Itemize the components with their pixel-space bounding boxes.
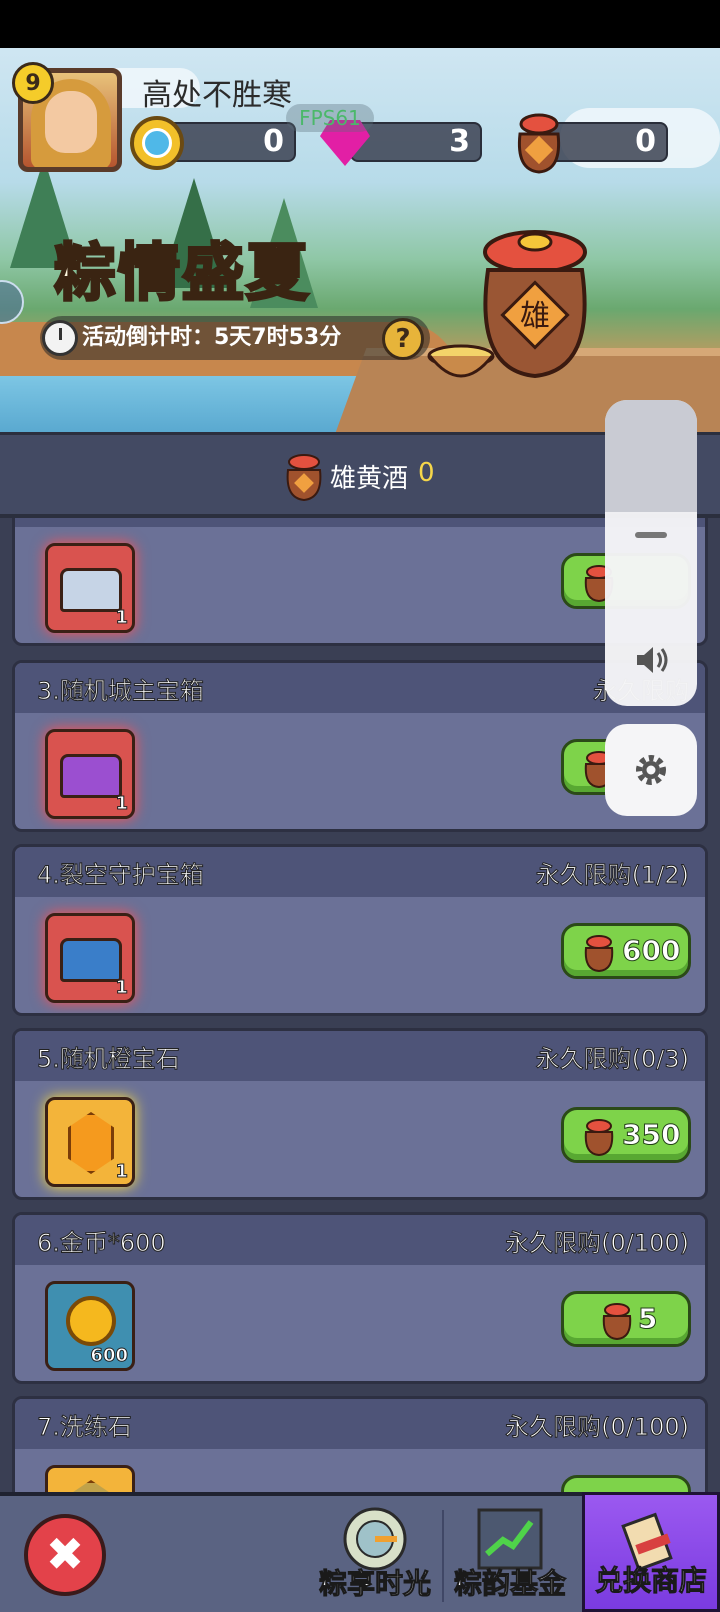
item-slot[interactable]: 1	[45, 1097, 135, 1187]
buy-button[interactable]	[561, 1475, 691, 1492]
chest-icon	[60, 568, 122, 612]
volume-panel[interactable]	[605, 400, 697, 706]
purchase-limit: 永久限购(0/3)	[535, 1045, 689, 1074]
item-title: 7.洗练石	[37, 1413, 133, 1442]
wine-bowl-icon	[427, 344, 495, 378]
volume-slider-handle[interactable]	[635, 532, 667, 538]
event-title: 粽情盛夏	[52, 235, 311, 311]
buy-button[interactable]: 5	[561, 1291, 691, 1347]
shop-item-card: 5.随机橙宝石 永久限购(0/3) 1 350	[12, 1028, 708, 1200]
gold-coin-icon	[66, 1296, 116, 1346]
item-title: 3.随机城主宝箱	[37, 677, 205, 706]
shop-item-card: 3.随机城主宝箱 永久限购 1	[12, 660, 708, 832]
diamond-coin-icon	[130, 116, 184, 170]
level-badge: 9	[12, 62, 54, 104]
price-label: 5	[637, 1302, 658, 1336]
price-label: 350	[621, 1118, 681, 1152]
close-button[interactable]: ✖	[24, 1514, 106, 1596]
card-header	[15, 518, 705, 527]
tab-zongxiang-shiguang[interactable]: 粽享时光	[310, 1492, 440, 1612]
shop-item-card: 4.裂空守护宝箱 永久限购(1/2) 1 600	[12, 844, 708, 1016]
tab-label: 粽享时光	[318, 1567, 431, 1601]
volume-icon[interactable]	[631, 640, 671, 680]
item-slot[interactable]: 1	[45, 913, 135, 1003]
wine-jar-icon	[584, 935, 614, 972]
shop-item-card: 1	[12, 518, 708, 646]
status-bar	[0, 0, 720, 48]
tab-divider	[442, 1510, 444, 1602]
side-bubble-icon[interactable]	[0, 280, 24, 324]
item-slot[interactable]: 1	[45, 543, 135, 633]
purchase-limit: 永久限购(1/2)	[535, 861, 689, 890]
wine-jar-icon	[584, 1119, 614, 1156]
tab-label: 兑换商店	[594, 1564, 707, 1598]
currency-label: 雄黄酒	[330, 464, 409, 494]
wine-jar-icon	[517, 113, 561, 174]
mystery-chest-icon	[60, 938, 122, 982]
tab-zongyun-jijin[interactable]: 粽韵基金	[446, 1492, 574, 1612]
player-name: 高处不胜寒	[142, 78, 292, 113]
shop-item-card: 7.洗练石 永久限购(0/100)	[12, 1396, 708, 1492]
item-title: 5.随机橙宝石	[37, 1045, 181, 1074]
event-countdown: 活动倒计时：5天7时53分	[40, 316, 430, 360]
buy-button[interactable]: 350	[561, 1107, 691, 1163]
shop-item-card: 6.金币*600 永久限购(0/100) 600 5	[12, 1212, 708, 1384]
wine-jar-icon	[286, 454, 322, 502]
tab-exchange-shop[interactable]: 兑换商店	[582, 1492, 720, 1612]
item-title: 4.裂空守护宝箱	[37, 861, 205, 890]
fps-indicator: FPS61	[286, 104, 374, 132]
currency-count: 0	[418, 458, 435, 488]
purchase-limit: 永久限购(0/100)	[505, 1229, 690, 1258]
buy-button[interactable]: 600	[561, 923, 691, 979]
price-label: 600	[621, 934, 681, 968]
purchase-limit: 永久限购(0/100)	[505, 1413, 690, 1442]
gear-icon	[636, 755, 666, 785]
item-count: 600	[90, 1345, 129, 1367]
jar-character: 雄	[520, 299, 550, 334]
crown-chest-icon	[60, 754, 122, 798]
item-count: 1	[115, 977, 128, 999]
wine-jar-icon	[602, 1303, 632, 1340]
item-slot[interactable]: 1	[45, 729, 135, 819]
volume-slider-track[interactable]	[605, 400, 697, 512]
item-title: 6.金币*600	[37, 1229, 167, 1258]
item-slot[interactable]	[45, 1465, 135, 1492]
orange-gem-icon	[68, 1112, 114, 1174]
clock-icon	[42, 320, 78, 356]
item-count: 1	[115, 607, 128, 629]
settings-button[interactable]	[605, 724, 697, 816]
item-count: 1	[115, 1161, 128, 1183]
help-button[interactable]: ?	[382, 318, 424, 360]
item-slot[interactable]: 600	[45, 1281, 135, 1371]
tab-label: 粽韵基金	[453, 1567, 566, 1601]
refine-stone-icon	[68, 1480, 114, 1492]
avatar-face	[45, 91, 97, 153]
item-count: 1	[115, 793, 128, 815]
